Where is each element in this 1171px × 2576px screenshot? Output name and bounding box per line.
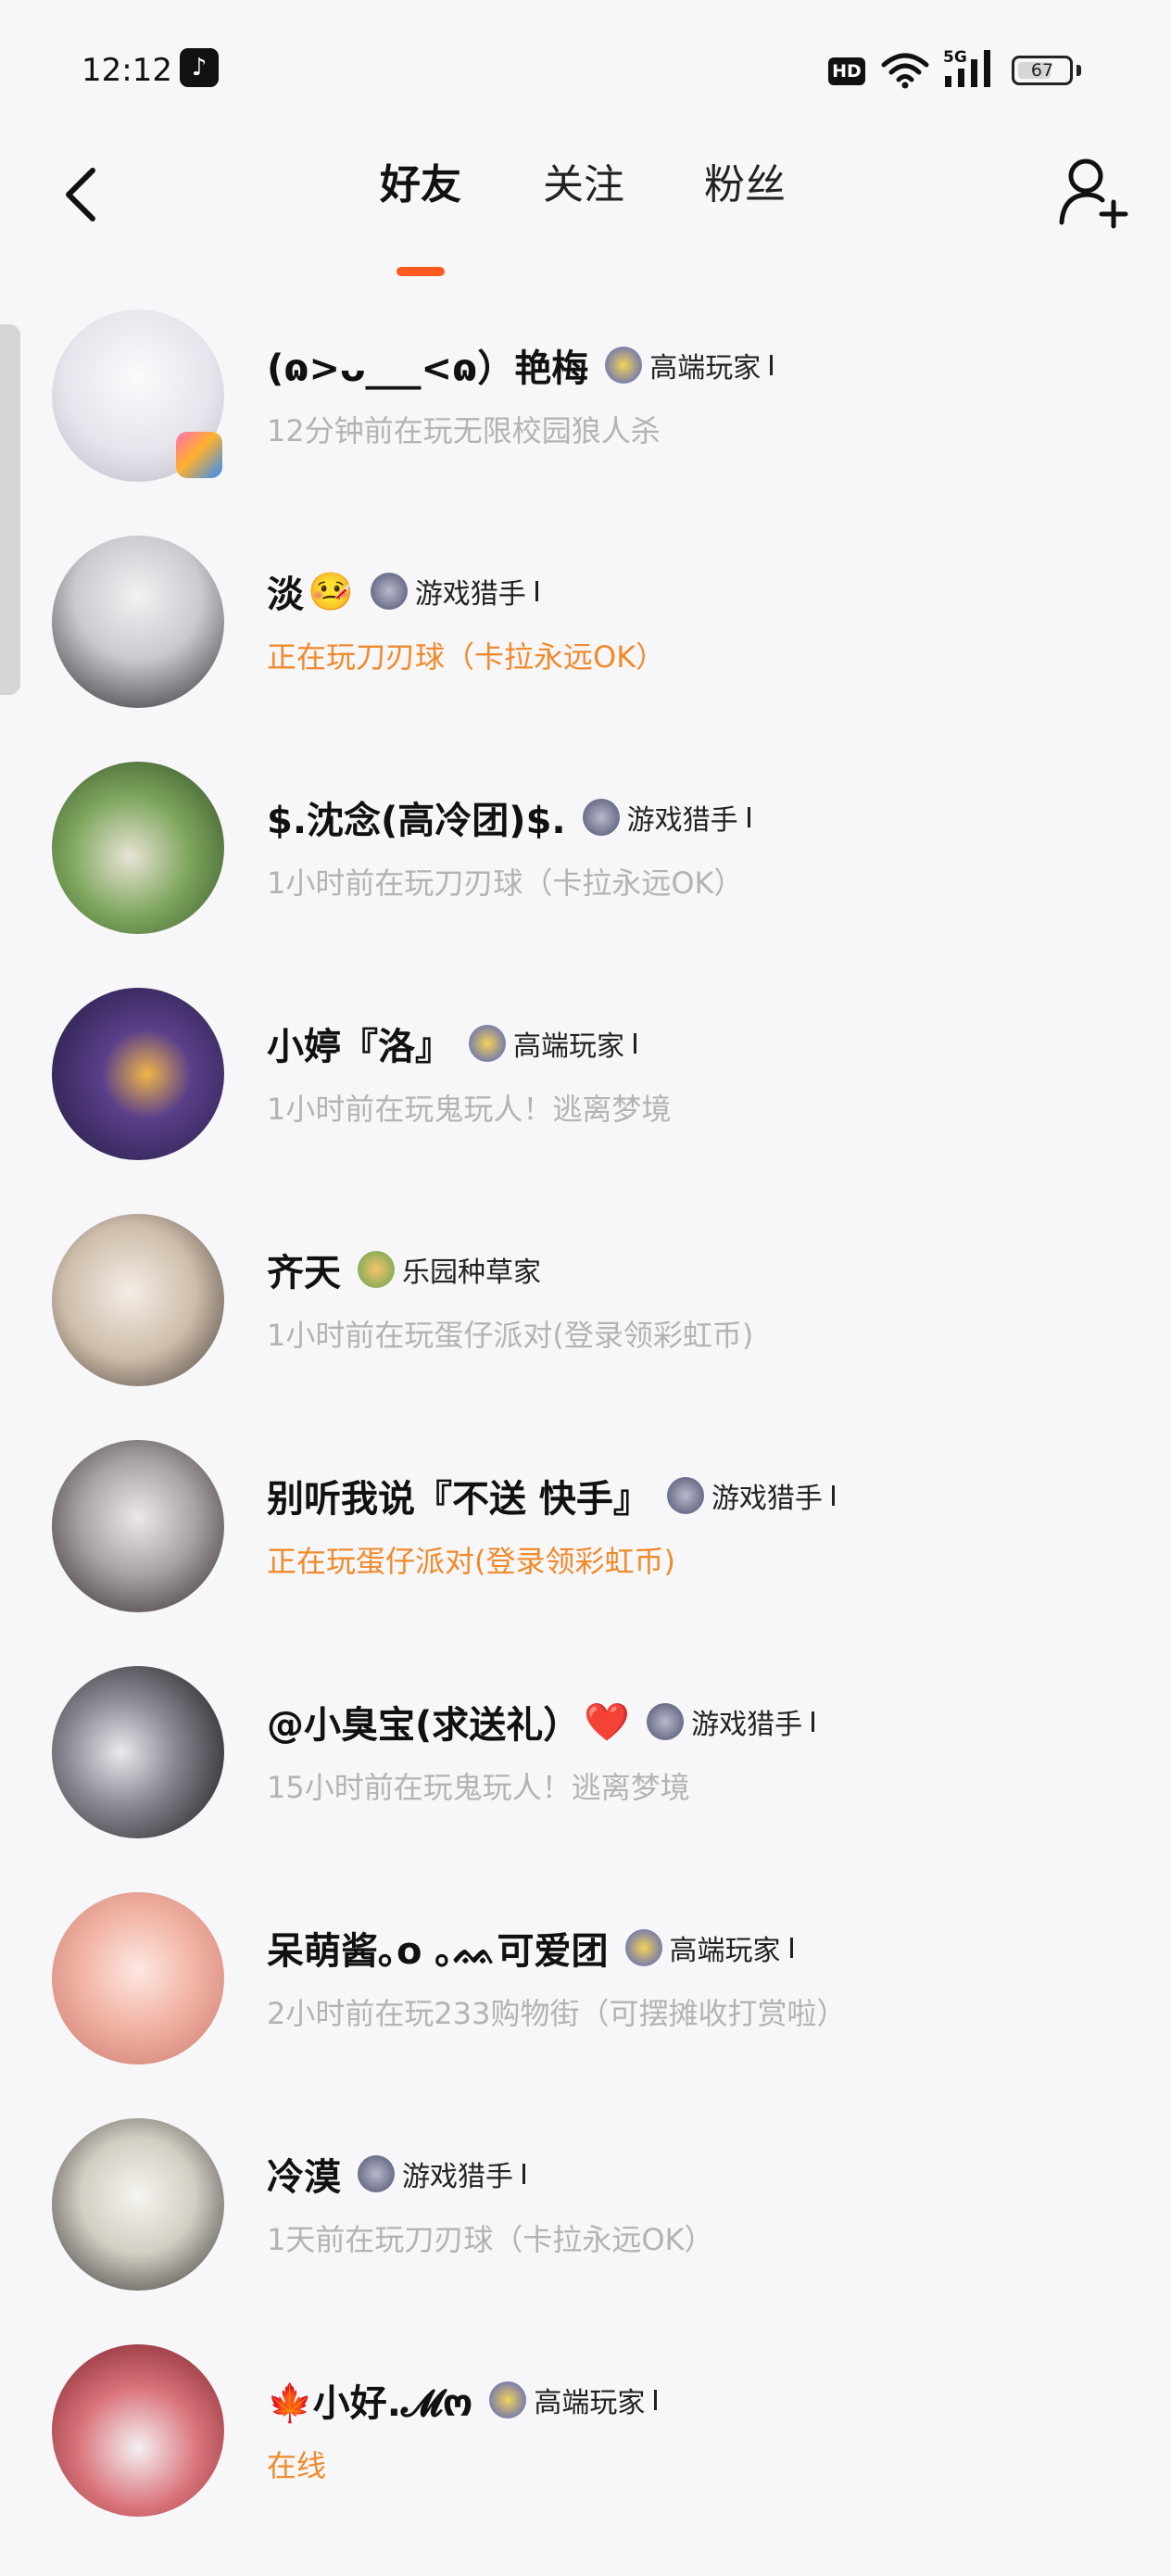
signal-icon — [945, 50, 990, 87]
name-line: 淡 🤒 游戏猎手 — [267, 565, 538, 617]
add-friend-icon[interactable] — [1056, 148, 1130, 232]
friend-status: 在线 — [267, 2448, 327, 2483]
friend-name: $.沈念(高冷团)$. — [267, 800, 566, 842]
rank-label: 游戏猎手 — [691, 1709, 803, 1741]
friend-name: 小婷『洛』 — [267, 1026, 452, 1068]
rank-label: 乐园种草家 — [402, 1256, 541, 1289]
avatar[interactable] — [52, 1892, 224, 2065]
friend-row[interactable]: 淡 🤒 游戏猎手 正在玩刀刃球（卡拉永远OK） — [0, 532, 1171, 758]
gold-rank-icon — [489, 2381, 527, 2418]
silver-rank-icon — [370, 573, 408, 610]
rank-divider — [831, 1485, 835, 1506]
sick-face-emoji: 🤒 — [308, 570, 354, 613]
friend-status: 正在玩刀刃球（卡拉永远OK） — [267, 639, 666, 675]
friend-row[interactable]: 小婷『洛』 高端玩家 1小时前在玩鬼玩人！逃离梦境 — [0, 984, 1171, 1210]
gold-rank-icon — [469, 1025, 506, 1062]
rank-divider — [523, 2164, 525, 2184]
status-time: 12:12 — [82, 52, 172, 89]
friend-row[interactable]: 🍁小好.𝓜ო 高端玩家 在线 — [0, 2341, 1171, 2567]
avatar[interactable] — [52, 2344, 224, 2517]
rank-label: 高端玩家 — [534, 2387, 646, 2419]
rank-divider — [812, 1711, 815, 1732]
friend-row[interactable]: 别听我说『不送 快手』 游戏猎手 正在玩蛋仔派对(登录领彩虹币) — [0, 1436, 1171, 1662]
red-heart-emoji: ❤️ — [584, 1700, 631, 1744]
rank-label: 游戏猎手 — [711, 1483, 823, 1515]
silver-rank-icon — [666, 1477, 704, 1514]
top-nav: 好友 关注 粉丝 — [0, 139, 1171, 276]
active-tab-indicator — [397, 267, 445, 276]
gold-rank-icon — [605, 347, 643, 384]
battery-cap — [1077, 65, 1081, 76]
friend-status: 15小时前在玩鬼玩人！逃离梦境 — [267, 1770, 690, 1805]
tab-friends[interactable]: 好友 — [380, 158, 461, 213]
rank-label: 游戏猎手 — [414, 578, 526, 611]
tab-bar: 好友 关注 粉丝 — [0, 158, 1171, 276]
friend-row[interactable]: @小臭宝(求送礼） ❤️ 游戏猎手 15小时前在玩鬼玩人！逃离梦境 — [0, 1662, 1171, 1888]
friend-status: 1小时前在玩刀刃球（卡拉永远OK） — [267, 865, 744, 901]
friend-row[interactable]: $.沈念(高冷团)$. 游戏猎手 1小时前在玩刀刃球（卡拉永远OK） — [0, 758, 1171, 984]
hd-icon: HD — [828, 57, 865, 85]
silver-rank-icon — [582, 799, 620, 836]
friend-name: 呆萌酱｡o ｡ᨐ可爱团 — [267, 1930, 609, 1973]
rank-divider — [654, 2390, 658, 2410]
battery-percent: 67 — [1030, 60, 1054, 81]
friend-name: 🍁小好.𝓜ო — [267, 2382, 473, 2425]
friend-row[interactable]: 齐天 乐园种草家 1小时前在玩蛋仔派对(登录领彩虹币) — [0, 1210, 1171, 1436]
friend-row[interactable]: (ɷ>ᴗ___<ɷ）艳梅 高端玩家 12分钟前在玩无限校园狼人杀 — [0, 306, 1171, 532]
gold-rank-icon — [624, 1929, 662, 1966]
avatar[interactable] — [52, 1440, 224, 1612]
silver-rank-icon — [358, 2155, 395, 2192]
battery-icon: 67 — [1012, 56, 1073, 85]
rank-divider — [770, 355, 774, 375]
friend-status: 2小时前在玩233购物街（可摆摊收打赏啦） — [267, 1996, 847, 2031]
friend-row[interactable]: 呆萌酱｡o ｡ᨐ可爱团 高端玩家 2小时前在玩233购物街（可摆摊收打赏啦） — [0, 1888, 1171, 2115]
rank-divider — [747, 807, 750, 827]
rank-divider — [535, 581, 538, 601]
friend-status: 1小时前在玩蛋仔派对(登录领彩虹币) — [267, 1318, 754, 1353]
name-line: @小臭宝(求送礼） ❤️ 游戏猎手 — [267, 1696, 815, 1748]
name-line: 冷漠 游戏猎手 — [267, 2148, 525, 2200]
rank-label: 游戏猎手 — [402, 2161, 513, 2193]
name-line: 别听我说『不送 快手』 游戏猎手 — [267, 1470, 835, 1522]
tiktok-notification-icon: ♪ — [180, 48, 219, 87]
friend-status: 正在玩蛋仔派对(登录领彩虹币) — [267, 1544, 675, 1579]
tab-fans[interactable]: 粉丝 — [704, 158, 786, 213]
friend-name: 淡 — [267, 574, 304, 616]
name-line: 呆萌酱｡o ｡ᨐ可爱团 高端玩家 — [267, 1922, 793, 1974]
avatar[interactable] — [52, 762, 224, 934]
avatar[interactable] — [52, 1214, 224, 1386]
rank-divider — [634, 1033, 636, 1054]
name-line: $.沈念(高冷团)$. 游戏猎手 — [267, 791, 750, 843]
name-line: 🍁小好.𝓜ო 高端玩家 — [267, 2374, 658, 2426]
rank-label: 高端玩家 — [649, 352, 762, 385]
rank-divider — [789, 1938, 793, 1958]
rank-label: 高端玩家 — [669, 1935, 781, 1967]
friend-status: 12分钟前在玩无限校园狼人杀 — [267, 413, 661, 448]
wifi-icon — [881, 53, 929, 89]
rank-label: 高端玩家 — [513, 1030, 624, 1063]
friend-name: 别听我说『不送 快手』 — [267, 1478, 650, 1521]
garden-rank-icon — [358, 1251, 395, 1288]
friend-name: (ɷ>ᴗ___<ɷ）艳梅 — [267, 347, 589, 390]
avatar[interactable] — [52, 536, 224, 708]
friend-name: @小臭宝(求送礼） — [267, 1704, 581, 1747]
avatar[interactable] — [52, 1666, 224, 1838]
friend-status: 1天前在玩刀刃球（卡拉永远OK） — [267, 2222, 714, 2257]
friend-name: 冷漠 — [267, 2156, 341, 2199]
friend-name: 齐天 — [267, 1252, 341, 1294]
tab-following[interactable]: 关注 — [543, 158, 624, 213]
avatar[interactable] — [52, 2118, 224, 2291]
avatar[interactable] — [52, 988, 224, 1160]
avatar-badge-icon — [176, 432, 222, 478]
friend-status: 1小时前在玩鬼玩人！逃离梦境 — [267, 1092, 672, 1127]
name-line: (ɷ>ᴗ___<ɷ）艳梅 高端玩家 — [267, 339, 774, 391]
rank-label: 游戏猎手 — [626, 804, 738, 837]
name-line: 小婷『洛』 高端玩家 — [267, 1017, 636, 1069]
friend-row[interactable]: 冷漠 游戏猎手 1天前在玩刀刃球（卡拉永远OK） — [0, 2115, 1171, 2341]
silver-rank-icon — [647, 1703, 685, 1740]
name-line: 齐天 乐园种草家 — [267, 1244, 541, 1295]
status-bar: 12:12 ♪ HD 5G 67 — [0, 0, 1171, 139]
